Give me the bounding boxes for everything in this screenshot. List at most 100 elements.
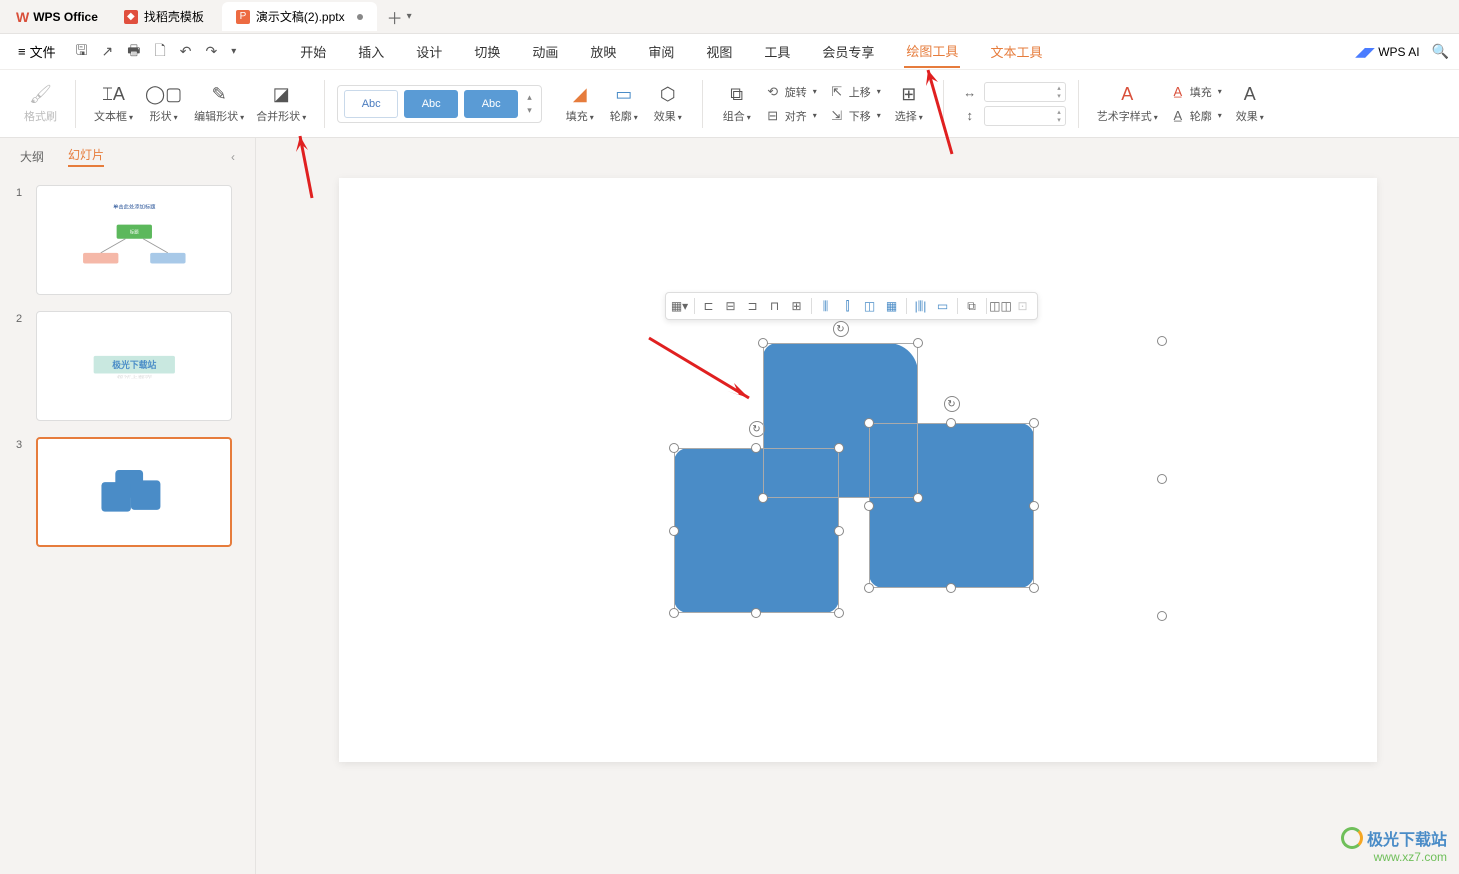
sel-handle[interactable] bbox=[946, 583, 956, 593]
tab-view[interactable]: 视图 bbox=[704, 36, 734, 67]
wps-ai-button[interactable]: ◢◤ WPS AI bbox=[1356, 45, 1420, 59]
panel-tab-slides[interactable]: 幻灯片 bbox=[68, 146, 104, 167]
text-effect-button[interactable]: A 效果▾ bbox=[1228, 80, 1272, 128]
tab-document[interactable]: P 演示文稿(2).pptx bbox=[222, 2, 377, 31]
group-button[interactable]: ⧉ 组合▾ bbox=[715, 80, 759, 128]
sel-handle[interactable] bbox=[913, 338, 923, 348]
height-button[interactable]: ↕ bbox=[956, 106, 984, 125]
tab-member[interactable]: 会员专享 bbox=[820, 36, 876, 67]
wordart-button[interactable]: A 艺术字样式▾ bbox=[1091, 80, 1164, 128]
file-menu[interactable]: ≡ 文件 bbox=[10, 38, 64, 65]
outer-sel-handle[interactable] bbox=[1157, 474, 1167, 484]
edit-shape-button[interactable]: ✎ 编辑形状▾ bbox=[188, 80, 250, 128]
sel-handle[interactable] bbox=[864, 583, 874, 593]
outline-button[interactable]: ▭ 轮廓▾ bbox=[602, 80, 646, 128]
qa-dropdown-icon[interactable]: ▾ bbox=[231, 46, 236, 57]
sel-handle[interactable] bbox=[751, 443, 761, 453]
floating-toolbar: ▦▾ ⊏ ⊟ ⊐ ⊓ ⊞ ⫼ ⫿ ◫ ▦ |⫼| ▭ ⧉ ◫◫ ⊡ bbox=[665, 292, 1038, 320]
text-fill-button[interactable]: A̲填充▾ bbox=[1164, 82, 1228, 102]
slide-thumbnail-2[interactable]: 极光下载站 极光下载站 bbox=[36, 311, 232, 421]
shape-style-gallery[interactable]: Abc Abc Abc ▴▾ bbox=[337, 85, 542, 123]
ft-dist-v-icon[interactable]: ⫿ bbox=[838, 296, 858, 316]
sel-handle[interactable] bbox=[864, 501, 874, 511]
ft-stack-icon[interactable]: ◫ bbox=[860, 296, 880, 316]
height-input[interactable]: ▴▾ bbox=[984, 106, 1066, 126]
sel-handle[interactable] bbox=[669, 443, 679, 453]
tab-template[interactable]: ◆ 找稻壳模板 bbox=[110, 2, 218, 31]
ft-dist-h-icon[interactable]: ⫼ bbox=[816, 296, 836, 316]
textbox-button[interactable]: ⌶A 文本框▾ bbox=[88, 80, 139, 128]
ft-group-icon[interactable]: ⧉ bbox=[962, 296, 982, 316]
sel-handle[interactable] bbox=[669, 526, 679, 536]
slide-thumbnail-3[interactable] bbox=[36, 437, 232, 547]
ft-more2-icon[interactable]: ⊡ bbox=[1013, 296, 1033, 316]
tab-insert[interactable]: 插入 bbox=[356, 36, 386, 67]
tab-animation[interactable]: 动画 bbox=[530, 36, 560, 67]
tab-start[interactable]: 开始 bbox=[298, 36, 328, 67]
ft-align-right-icon[interactable]: ⊐ bbox=[743, 296, 763, 316]
sel-handle[interactable] bbox=[1029, 501, 1039, 511]
ft-spacing-h-icon[interactable]: |⫼| bbox=[911, 296, 931, 316]
preview-icon[interactable]: 🗋 bbox=[155, 40, 166, 64]
ft-align-left-icon[interactable]: ⊏ bbox=[699, 296, 719, 316]
select-button[interactable]: ⊞ 选择▾ bbox=[887, 80, 931, 128]
save-icon[interactable]: 🖫 bbox=[76, 40, 88, 64]
print-icon[interactable]: 🖶 bbox=[127, 40, 140, 64]
undo-icon[interactable]: ↶ bbox=[180, 43, 192, 60]
ft-more1-icon[interactable]: ◫◫ bbox=[991, 296, 1011, 316]
sel-handle[interactable] bbox=[946, 418, 956, 428]
search-icon[interactable]: 🔍 bbox=[1432, 43, 1449, 60]
slide-canvas[interactable]: ▦▾ ⊏ ⊟ ⊐ ⊓ ⊞ ⫼ ⫿ ◫ ▦ |⫼| ▭ ⧉ ◫◫ ⊡ bbox=[339, 178, 1377, 762]
style-preset-1[interactable]: Abc bbox=[344, 90, 398, 118]
tab-tools[interactable]: 工具 bbox=[762, 36, 792, 67]
svg-text:极光下载站: 极光下载站 bbox=[112, 360, 156, 371]
align-button[interactable]: ⊟对齐▾ bbox=[759, 106, 823, 126]
sel-handle[interactable] bbox=[1029, 583, 1039, 593]
sel-handle[interactable] bbox=[834, 608, 844, 618]
tab-slideshow[interactable]: 放映 bbox=[588, 36, 618, 67]
tab-transition[interactable]: 切换 bbox=[472, 36, 502, 67]
ft-align-top-icon[interactable]: ⊓ bbox=[765, 296, 785, 316]
group-icon: ⧉ bbox=[730, 84, 743, 106]
width-input[interactable]: ▴▾ bbox=[984, 82, 1066, 102]
tab-review[interactable]: 审阅 bbox=[646, 36, 676, 67]
ft-spacing-v-icon[interactable]: ▭ bbox=[933, 296, 953, 316]
outer-sel-handle[interactable] bbox=[1157, 611, 1167, 621]
text-outline-button[interactable]: A̲轮廓▾ bbox=[1164, 106, 1228, 126]
outer-sel-handle[interactable] bbox=[1157, 336, 1167, 346]
redo-icon[interactable]: ↷ bbox=[206, 43, 218, 60]
sel-handle[interactable] bbox=[758, 338, 768, 348]
shape-button[interactable]: ◯▢ 形状▾ bbox=[139, 80, 188, 128]
tab-text[interactable]: 文本工具 bbox=[988, 36, 1044, 67]
sel-handle[interactable] bbox=[758, 493, 768, 503]
sel-handle[interactable] bbox=[913, 493, 923, 503]
new-tab-button[interactable]: ＋ ▾ bbox=[377, 5, 422, 29]
rotation-handle-3[interactable]: ↻ bbox=[944, 396, 960, 412]
tab-design[interactable]: 设计 bbox=[414, 36, 444, 67]
sel-handle[interactable] bbox=[834, 526, 844, 536]
rotate-button[interactable]: ⟲旋转▾ bbox=[759, 82, 823, 102]
movedown-button[interactable]: ⇲下移▾ bbox=[823, 106, 887, 126]
lock-aspect-button[interactable]: ↔ bbox=[956, 83, 984, 102]
ft-align-center-icon[interactable]: ⊟ bbox=[721, 296, 741, 316]
moveup-button[interactable]: ⇱上移▾ bbox=[823, 82, 887, 102]
export-icon[interactable]: ↗ bbox=[102, 43, 114, 60]
ft-grid-icon[interactable]: ▦ bbox=[882, 296, 902, 316]
rotation-handle-1[interactable]: ↻ bbox=[833, 321, 849, 337]
panel-collapse-icon[interactable]: ‹ bbox=[231, 150, 235, 164]
panel-tab-outline[interactable]: 大纲 bbox=[20, 148, 44, 165]
ft-layout-icon[interactable]: ▦▾ bbox=[670, 296, 690, 316]
sel-handle[interactable] bbox=[1029, 418, 1039, 428]
sel-handle[interactable] bbox=[751, 608, 761, 618]
ft-align-middle-icon[interactable]: ⊞ bbox=[787, 296, 807, 316]
fill-button[interactable]: ◢ 填充▾ bbox=[558, 80, 602, 128]
style-scroll[interactable]: ▴▾ bbox=[524, 92, 535, 116]
style-preset-2[interactable]: Abc bbox=[404, 90, 458, 118]
format-painter-button[interactable]: 🖌 格式刷 bbox=[18, 80, 63, 128]
sel-handle[interactable] bbox=[669, 608, 679, 618]
tab-drawing[interactable]: 绘图工具 bbox=[904, 35, 960, 68]
effect-button[interactable]: ⬡ 效果▾ bbox=[646, 80, 690, 128]
merge-shape-button[interactable]: ◪ 合并形状▾ bbox=[250, 80, 312, 128]
slide-thumbnail-1[interactable]: 单击此处添加标题 标题 bbox=[36, 185, 232, 295]
style-preset-3[interactable]: Abc bbox=[464, 90, 518, 118]
